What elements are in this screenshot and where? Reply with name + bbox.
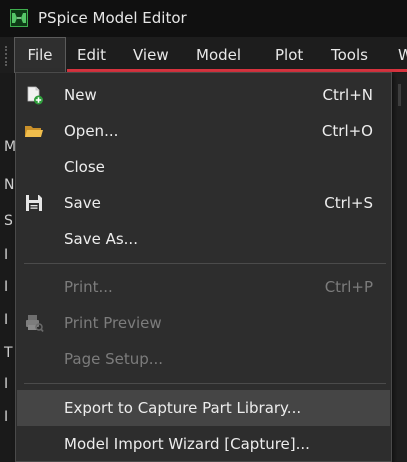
menu-item-close[interactable]: Close <box>17 149 390 185</box>
menu-file[interactable]: File <box>14 37 66 73</box>
menu-item-label: Open... <box>64 122 119 140</box>
background-text: I <box>4 376 9 392</box>
background-text: I <box>4 247 9 263</box>
menu-item-shortcut: Ctrl+N <box>322 86 373 104</box>
menu-item-label: Export to Capture Part Library... <box>64 399 302 417</box>
menu-item-label: Save <box>64 194 101 212</box>
menu-plot[interactable]: Plot <box>275 37 303 73</box>
background-text: T <box>4 345 13 361</box>
menu-separator <box>24 263 386 264</box>
background-text: S <box>4 213 13 229</box>
background-text: I <box>4 312 9 328</box>
save-icon <box>26 195 42 211</box>
menu-edit[interactable]: Edit <box>77 37 106 73</box>
toolbar-grip[interactable] <box>5 46 10 66</box>
menu-item-page-setup[interactable]: Page Setup... <box>17 341 390 377</box>
menu-item-shortcut: Ctrl+P <box>324 278 373 296</box>
menu-item-new[interactable]: New Ctrl+N <box>17 77 390 113</box>
menu-item-label: Model Import Wizard [Capture]... <box>64 435 310 453</box>
menu-view[interactable]: View <box>133 37 169 73</box>
menu-item-label: Print... <box>64 278 113 296</box>
menu-item-shortcut: Ctrl+O <box>321 122 373 140</box>
menu-separator <box>24 383 386 384</box>
background-text: I <box>4 409 9 425</box>
menu-item-open[interactable]: Open... Ctrl+O <box>17 113 390 149</box>
menu-item-print[interactable]: Print... Ctrl+P <box>17 269 390 305</box>
title-bar: PSpice Model Editor <box>0 0 407 37</box>
menu-item-print-preview[interactable]: Print Preview <box>17 305 390 341</box>
toolbar-grip-right[interactable] <box>398 84 401 106</box>
new-file-icon <box>27 86 43 105</box>
folder-open-icon <box>25 126 43 137</box>
menu-item-label: New <box>64 86 97 104</box>
window-title: PSpice Model Editor <box>38 9 187 27</box>
menu-item-label: Page Setup... <box>64 350 164 368</box>
background-text: I <box>4 279 9 295</box>
menu-item-label: Save As... <box>64 230 138 248</box>
menu-item-label: Close <box>64 158 105 176</box>
menu-item-shortcut: Ctrl+S <box>324 194 373 212</box>
menu-item-save[interactable]: Save Ctrl+S <box>17 185 390 221</box>
background-pane-right <box>392 73 407 462</box>
menu-item-model-import-wizard[interactable]: Model Import Wizard [Capture]... <box>17 426 390 462</box>
app-logo-icon <box>10 9 28 27</box>
file-menu-dropdown: New Ctrl+N Open... Ctrl+O Close Save Ctr… <box>15 72 392 462</box>
menu-bar: File Edit View Model Plot Tools W <box>0 37 407 73</box>
background-pane-left: M N S I I I T I I <box>0 73 16 462</box>
menu-window[interactable]: W <box>398 37 407 73</box>
menu-item-label: Print Preview <box>64 314 162 332</box>
menu-model[interactable]: Model <box>196 37 241 73</box>
background-text: N <box>4 177 15 193</box>
menu-item-save-as[interactable]: Save As... <box>17 221 390 257</box>
app-window: PSpice Model Editor File Edit View Model… <box>0 0 407 462</box>
menu-item-export-capture-library[interactable]: Export to Capture Part Library... <box>17 390 390 426</box>
menu-tools[interactable]: Tools <box>331 37 368 73</box>
print-preview-icon <box>26 315 44 333</box>
